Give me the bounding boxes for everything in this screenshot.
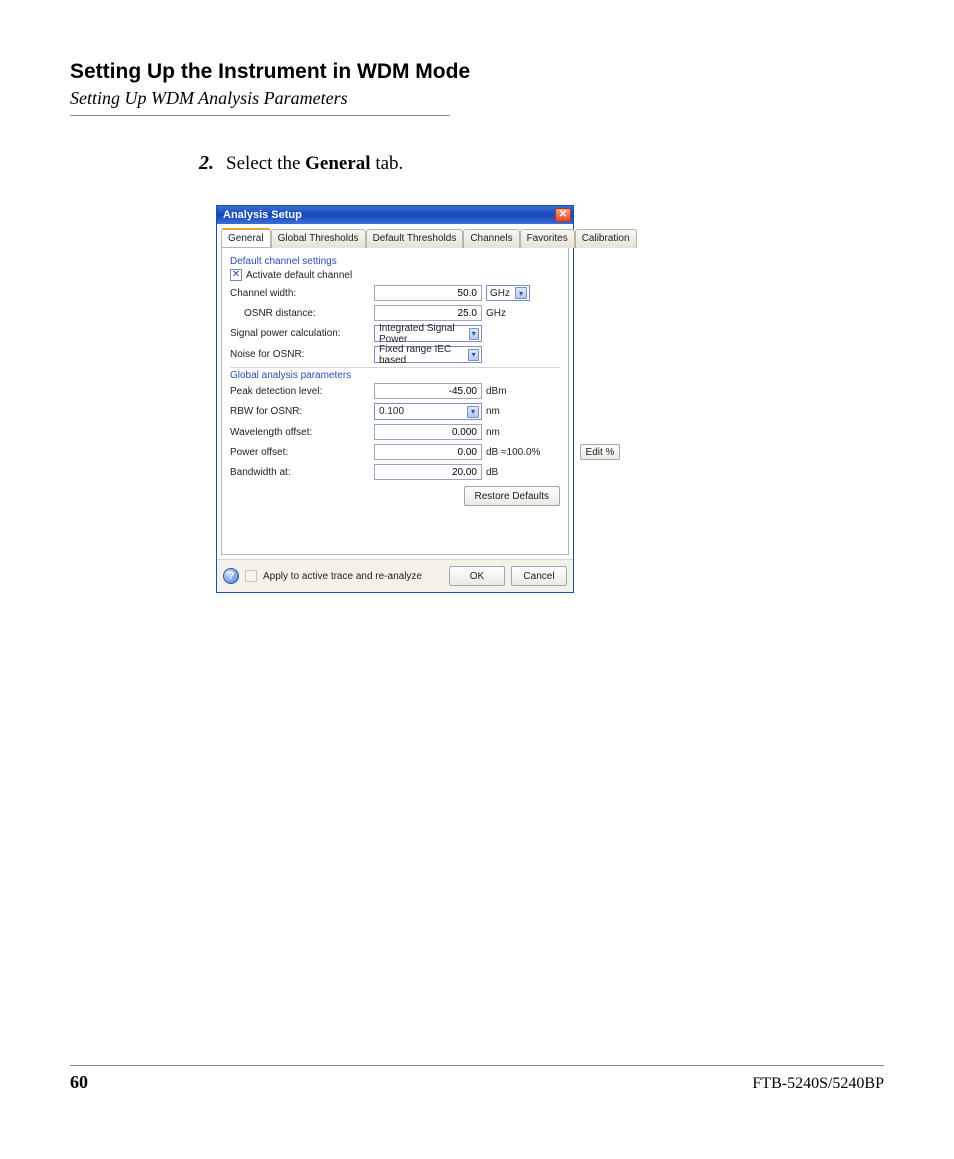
bw-input[interactable] (374, 464, 482, 480)
peak-unit: dBm (486, 386, 576, 397)
dialog-titlebar[interactable]: Analysis Setup ✕ (217, 206, 573, 224)
ok-button[interactable]: OK (449, 566, 505, 586)
group-global-analysis: Global analysis parameters (230, 370, 560, 381)
rbw-label: RBW for OSNR: (230, 406, 370, 417)
activate-default-checkbox[interactable]: ✕ (230, 269, 242, 281)
signal-power-select[interactable]: Integrated Signal Power ▾ (374, 325, 482, 342)
peak-input[interactable] (374, 383, 482, 399)
activate-default-label: Activate default channel (246, 270, 352, 281)
tab-general[interactable]: General (221, 228, 271, 247)
cancel-button[interactable]: Cancel (511, 566, 567, 586)
wloff-unit: nm (486, 427, 576, 438)
bw-label: Bandwidth at: (230, 467, 370, 478)
edit-percent-button[interactable]: Edit % (580, 444, 620, 460)
poff-unit-pct: dB ≈100.0% (486, 447, 576, 458)
wloff-label: Wavelength offset: (230, 427, 370, 438)
restore-defaults-button[interactable]: Restore Defaults (464, 486, 560, 506)
tab-favorites[interactable]: Favorites (520, 229, 575, 248)
channel-width-unit: GHz (490, 288, 510, 299)
osnr-distance-input[interactable] (374, 305, 482, 321)
peak-label: Peak detection level: (230, 386, 370, 397)
step-prefix: Select the (226, 153, 305, 174)
step-text: Select the General tab. (226, 153, 403, 175)
dialog-title: Analysis Setup (223, 209, 302, 221)
step-suffix: tab. (371, 153, 404, 174)
close-icon[interactable]: ✕ (555, 208, 571, 222)
channel-width-label: Channel width: (230, 288, 370, 299)
step-row: 2. Select the General tab. (180, 152, 884, 175)
poff-label: Power offset: (230, 447, 370, 458)
dialog-footer: ? Apply to active trace and re-analyze O… (217, 559, 573, 592)
doc-id: FTB-5240S/5240BP (752, 1075, 884, 1093)
tab-default-thresholds[interactable]: Default Thresholds (366, 229, 464, 248)
chevron-down-icon: ▾ (468, 349, 479, 361)
noise-osnr-value: Fixed range IEC based (379, 344, 468, 366)
page-number: 60 (70, 1072, 88, 1093)
general-panel: Default channel settings ✕ Activate defa… (221, 247, 569, 555)
apply-checkbox[interactable] (245, 570, 257, 582)
page-title: Setting Up the Instrument in WDM Mode (70, 60, 884, 84)
wloff-input[interactable] (374, 424, 482, 440)
tab-channels[interactable]: Channels (463, 229, 519, 248)
tab-calibration[interactable]: Calibration (575, 229, 637, 248)
panel-divider (230, 367, 560, 368)
step-number: 2. (180, 152, 214, 175)
osnr-distance-unit: GHz (486, 308, 576, 319)
channel-width-input[interactable] (374, 285, 482, 301)
header-rule (70, 115, 450, 116)
page-subtitle: Setting Up WDM Analysis Parameters (70, 88, 884, 109)
help-icon[interactable]: ? (223, 568, 239, 584)
apply-label: Apply to active trace and re-analyze (263, 571, 422, 582)
chevron-down-icon: ▾ (469, 328, 479, 340)
noise-osnr-select[interactable]: Fixed range IEC based ▾ (374, 346, 482, 363)
analysis-setup-dialog: Analysis Setup ✕ General Global Threshol… (216, 205, 574, 593)
rbw-unit: nm (486, 406, 576, 417)
tab-bar: General Global Thresholds Default Thresh… (221, 228, 569, 247)
poff-input[interactable] (374, 444, 482, 460)
tab-global-thresholds[interactable]: Global Thresholds (271, 229, 366, 248)
signal-power-label: Signal power calculation: (230, 328, 370, 339)
channel-width-unit-select[interactable]: GHz ▾ (486, 285, 530, 301)
group-default-channel: Default channel settings (230, 256, 560, 267)
chevron-down-icon: ▾ (467, 406, 479, 418)
rbw-select[interactable]: 0.100 ▾ (374, 403, 482, 420)
noise-osnr-label: Noise for OSNR: (230, 349, 370, 360)
bw-unit: dB (486, 467, 576, 478)
page-footer: 60 FTB-5240S/5240BP (70, 1065, 884, 1093)
signal-power-value: Integrated Signal Power (379, 323, 469, 345)
rbw-value: 0.100 (379, 406, 404, 417)
chevron-down-icon: ▾ (515, 287, 527, 299)
osnr-distance-label: OSNR distance: (230, 308, 370, 319)
step-bold: General (305, 153, 370, 174)
